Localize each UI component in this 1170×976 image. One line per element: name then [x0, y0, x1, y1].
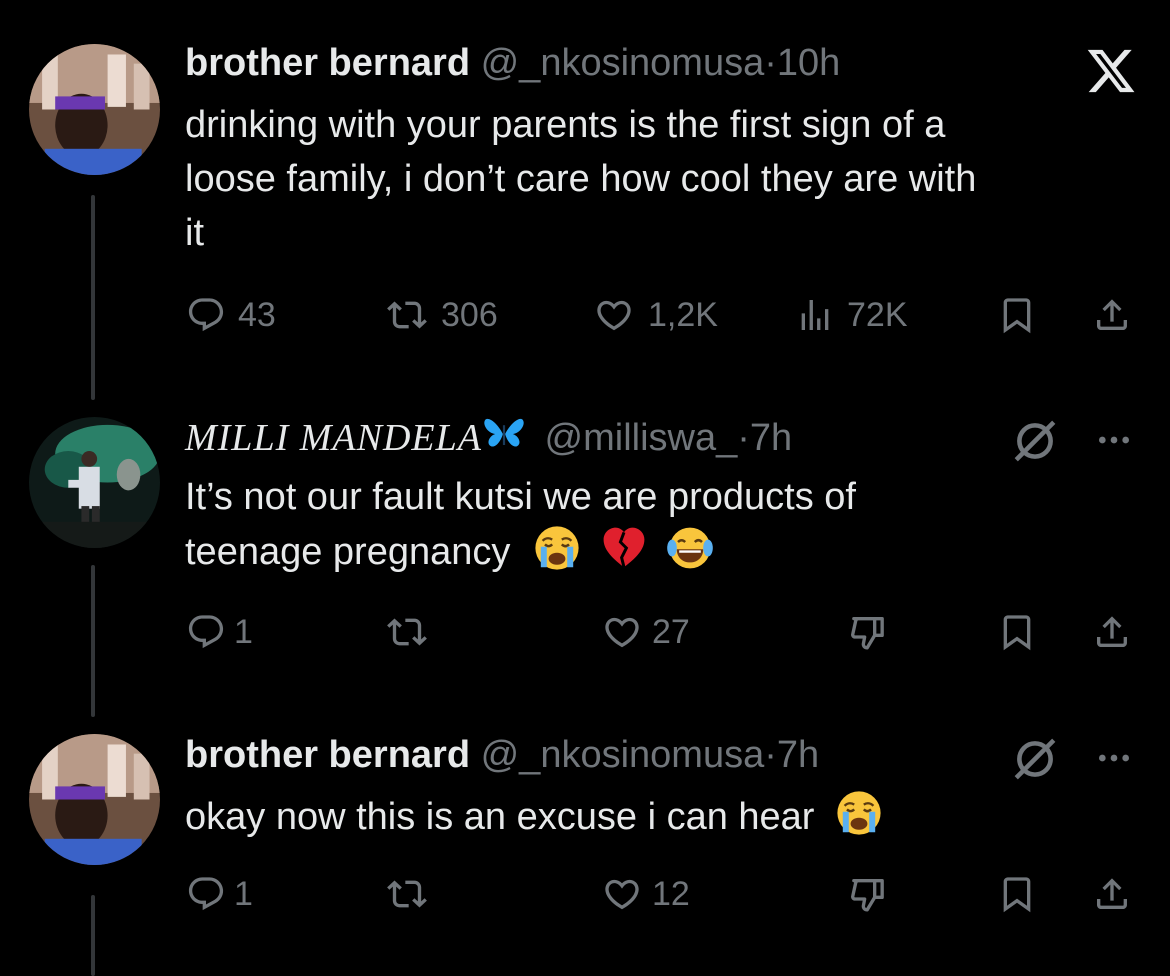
reply-button[interactable]: 1 — [186, 874, 253, 914]
bookmark-button[interactable] — [996, 874, 1038, 914]
timestamp[interactable]: 10h — [777, 42, 840, 84]
tweet-text-line: It’s not our fault kutsi we are products… — [185, 476, 856, 518]
bookmark-icon — [996, 295, 1038, 335]
separator-dot: · — [764, 734, 777, 776]
tweet-header: brother bernard @_nkosinomusa·7h — [185, 732, 819, 778]
dislike-button[interactable] — [846, 612, 890, 652]
grok-icon[interactable] — [1010, 416, 1060, 471]
reply-count: 43 — [238, 295, 276, 334]
face-with-tears-of-joy-emoji — [666, 524, 714, 572]
like-button[interactable]: 1,2K — [592, 295, 718, 335]
tweet-text-line-container: okay now this is an excuse i can hear — [185, 789, 1150, 844]
like-count: 27 — [652, 612, 690, 651]
retweet-icon — [385, 612, 429, 652]
dislike-button[interactable] — [846, 874, 890, 914]
loudly-crying-face-emoji — [835, 789, 883, 837]
more-options-icon[interactable] — [1092, 420, 1136, 465]
timestamp[interactable]: 7h — [777, 734, 819, 776]
retweet-icon — [385, 295, 429, 335]
retweet-button[interactable] — [385, 874, 429, 914]
loudly-crying-face-emoji — [533, 524, 581, 572]
tweet-text-line: drinking with your parents is the first … — [185, 104, 946, 146]
tweet-text: drinking with your parents is the first … — [185, 98, 1150, 260]
thread-line — [91, 195, 95, 400]
tweet-header: brother bernard @_nkosinomusa·10h — [185, 40, 840, 86]
display-name[interactable]: brother bernard — [185, 42, 470, 84]
share-icon — [1090, 295, 1134, 335]
more-options-icon[interactable] — [1092, 738, 1136, 783]
grok-icon[interactable] — [1010, 734, 1060, 789]
like-count: 12 — [652, 874, 690, 913]
user-handle[interactable]: @milliswa_ — [545, 417, 738, 459]
avatar[interactable] — [29, 417, 160, 548]
like-button[interactable]: 27 — [600, 612, 690, 652]
retweet-icon — [385, 874, 429, 914]
tweet-text-line: it — [185, 212, 204, 254]
tweet-text-line: teenage pregnancy — [185, 531, 511, 573]
views-icon — [795, 295, 835, 335]
display-name[interactable]: brother bernard — [185, 734, 470, 776]
avatar[interactable] — [29, 734, 160, 865]
tweet-header: MILLI MANDELA @milliswa_·7h — [185, 412, 792, 461]
bookmark-button[interactable] — [996, 612, 1038, 652]
reply-icon — [186, 874, 226, 914]
share-icon — [1090, 874, 1134, 914]
bookmark-button[interactable] — [996, 295, 1038, 335]
reply-button[interactable]: 1 — [186, 612, 253, 652]
separator-dot: · — [764, 42, 777, 84]
views-count: 72K — [847, 295, 908, 334]
like-count: 1,2K — [648, 295, 718, 334]
like-icon — [600, 874, 644, 914]
bookmark-icon — [996, 612, 1038, 652]
thread-line — [91, 565, 95, 717]
reply-icon — [186, 612, 226, 652]
tweet-text-line-container: teenage pregnancy — [185, 524, 1150, 579]
display-name[interactable]: MILLI MANDELA — [185, 417, 482, 459]
dislike-icon — [846, 874, 890, 914]
user-handle[interactable]: @_nkosinomusa — [481, 734, 765, 776]
tweet-text: okay now this is an excuse i can hear — [185, 789, 1150, 844]
views-button[interactable]: 72K — [795, 295, 908, 335]
retweet-button[interactable] — [385, 612, 429, 652]
like-icon — [600, 612, 644, 652]
x-logo-icon — [1082, 45, 1140, 97]
share-icon — [1090, 612, 1134, 652]
retweet-button[interactable]: 306 — [385, 295, 498, 335]
share-button[interactable] — [1090, 612, 1134, 652]
share-button[interactable] — [1090, 874, 1134, 914]
tweet-text: It’s not our fault kutsi we are products… — [185, 470, 1150, 579]
reply-count: 1 — [234, 874, 253, 913]
like-icon — [592, 295, 636, 335]
retweet-count: 306 — [441, 295, 498, 334]
user-handle[interactable]: @_nkosinomusa — [481, 42, 765, 84]
blue-butterfly-emoji — [482, 412, 526, 456]
reply-count: 1 — [234, 612, 253, 651]
thread-line — [91, 895, 95, 976]
reply-button[interactable]: 43 — [186, 295, 276, 335]
tweet-text-line: okay now this is an excuse i can hear — [185, 796, 815, 838]
timestamp[interactable]: 7h — [750, 417, 792, 459]
like-button[interactable]: 12 — [600, 874, 690, 914]
separator-dot: · — [737, 417, 750, 459]
dislike-icon — [846, 612, 890, 652]
tweet-text-line: loose family, i don’t care how cool they… — [185, 158, 977, 200]
reply-icon — [186, 295, 226, 335]
share-button[interactable] — [1090, 295, 1134, 335]
bookmark-icon — [996, 874, 1038, 914]
avatar[interactable] — [29, 44, 160, 175]
broken-heart-emoji — [600, 524, 648, 572]
